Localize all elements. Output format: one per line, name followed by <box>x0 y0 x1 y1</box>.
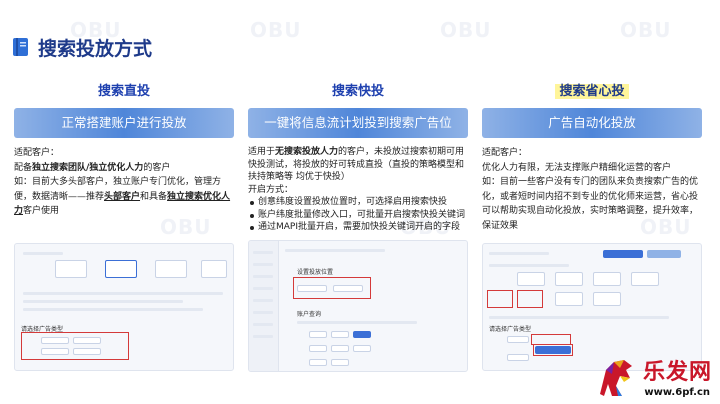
list-item: 通过MAPI批量开启，需要加快投关键词开启的字段 <box>248 221 468 234</box>
list-item: 创意纬度设置投放位置时，可选择启用搜索快投 <box>248 196 468 209</box>
watermark: OBU <box>620 18 672 42</box>
column-banner: 正常搭建账户进行投放 <box>14 108 234 138</box>
column-banner: 广告自动化投放 <box>482 108 702 138</box>
watermark: OBU <box>160 215 212 239</box>
watermark: OBU <box>440 18 492 42</box>
screenshot-direct: 请选择广告类型 <box>14 243 234 371</box>
column-body: 适配客户： 优化人力有限，无法支撑账户精细化运营的客户 如：目前一些客户没有专门… <box>482 148 699 231</box>
screenshot-fast: 设置投放位置 账户查询 <box>248 240 468 372</box>
column-title: 搜索直投 <box>97 84 150 99</box>
column-fast: 搜索快投 一键将信息流计划投到搜索广告位 适用于无搜索投放人力的客户，未投放过搜… <box>248 82 468 234</box>
site-logo: 乐发网 www.6pf.cn <box>596 354 716 400</box>
page-title: 搜索投放方式 <box>38 37 153 60</box>
column-title: 搜索省心投 <box>482 82 702 102</box>
bullet-list: 创意纬度设置投放位置时，可选择启用搜索快投 账户纬度批量修改入口，可批量开启搜索… <box>248 196 468 234</box>
column-body: 适用于无搜索投放人力的客户，未投放过搜索初期可用快投测试，将投放的好可转成直投（… <box>248 146 468 234</box>
book-icon <box>12 37 30 57</box>
header: 搜索投放方式 <box>12 34 152 60</box>
column-direct: 搜索直投 正常搭建账户进行投放 适配客户： 配备独立搜索团队/独立优化人力的客户… <box>14 82 234 219</box>
screenshot-label: 账户查询 <box>297 311 322 318</box>
screenshot-easy: 请选择广告类型 <box>482 243 702 371</box>
watermark: OBU <box>250 18 302 42</box>
column-easy: 搜索省心投 广告自动化投放 适配客户： 优化人力有限，无法支撑账户精细化运营的客… <box>482 82 702 233</box>
horse-logo-icon <box>600 360 632 396</box>
list-item: 账户纬度批量修改入口，可批量开启搜索快投关键词 <box>248 209 468 222</box>
logo-mark: 乐发网 <box>642 359 712 385</box>
column-title: 搜索快投 <box>331 84 384 99</box>
column-body: 适配客户： 配备独立搜索团队/独立优化人力的客户 如：目前大多头部客户，独立账户… <box>14 148 231 216</box>
logo-site: www.6pf.cn <box>644 387 710 398</box>
column-banner: 一键将信息流计划投到搜索广告位 <box>248 108 468 138</box>
screenshot-label: 请选择广告类型 <box>489 326 532 333</box>
screenshot-label: 设置投放位置 <box>297 269 334 276</box>
